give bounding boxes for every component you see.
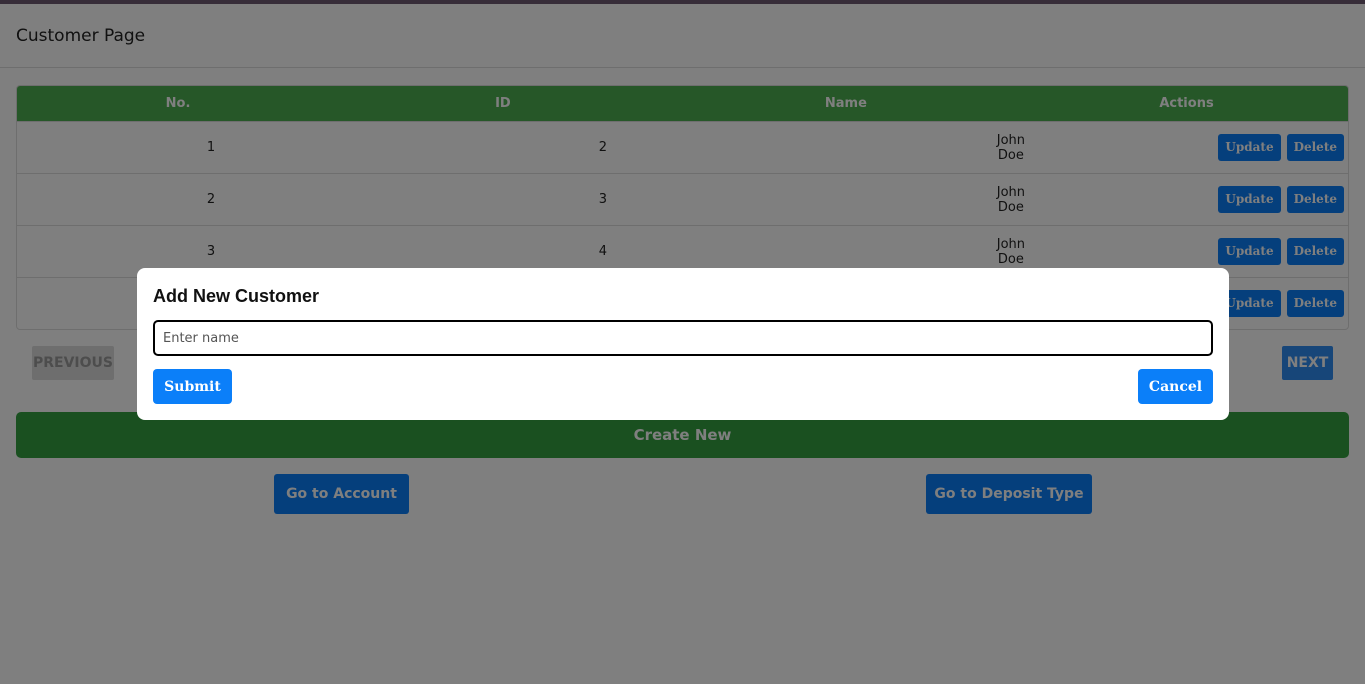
submit-button[interactable]: Submit [153, 369, 232, 404]
cancel-button[interactable]: Cancel [1138, 369, 1213, 404]
customer-name-input[interactable] [153, 320, 1213, 356]
add-customer-modal: Add New Customer Submit Cancel [137, 268, 1229, 420]
modal-title: Add New Customer [153, 286, 320, 306]
modal-actions: Submit Cancel [153, 369, 1213, 405]
